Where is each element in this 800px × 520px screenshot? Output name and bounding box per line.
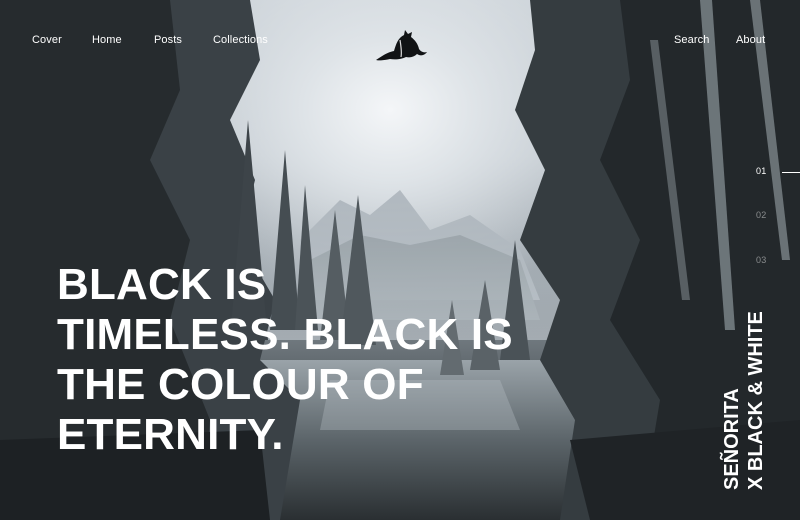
nav-link-search[interactable]: Search xyxy=(674,34,709,46)
slide-indicator-02[interactable]: 02 xyxy=(756,210,767,220)
vertical-caption: SEÑORITA X BLACK & WHITE xyxy=(720,304,772,490)
slide-indicator-01[interactable]: 01 xyxy=(756,166,767,176)
headline-line: BLACK IS xyxy=(57,260,267,309)
nav-link-home[interactable]: Home xyxy=(92,34,122,46)
site-logo[interactable] xyxy=(374,26,430,66)
headline-line: TIMELESS. BLACK IS xyxy=(57,310,513,359)
cat-silhouette-icon xyxy=(376,30,427,61)
headline-line: ETERNITY. xyxy=(57,410,284,459)
active-slide-line xyxy=(782,172,800,173)
hero-headline: BLACK IS TIMELESS. BLACK IS THE COLOUR O… xyxy=(57,260,577,460)
hero-section: Cover Home Posts Collections Search Abou… xyxy=(0,0,800,520)
nav-link-about[interactable]: About xyxy=(736,34,765,46)
headline-line: THE COLOUR OF xyxy=(57,360,424,409)
nav-link-posts[interactable]: Posts xyxy=(154,34,182,46)
nav-link-cover[interactable]: Cover xyxy=(32,34,62,46)
slide-indicator-03[interactable]: 03 xyxy=(756,255,767,265)
caption-line: SEÑORITA xyxy=(721,388,743,490)
vertical-caption-text: SEÑORITA X BLACK & WHITE xyxy=(720,304,768,490)
caption-line: X BLACK & WHITE xyxy=(745,311,767,490)
nav-link-collections[interactable]: Collections xyxy=(213,34,268,46)
